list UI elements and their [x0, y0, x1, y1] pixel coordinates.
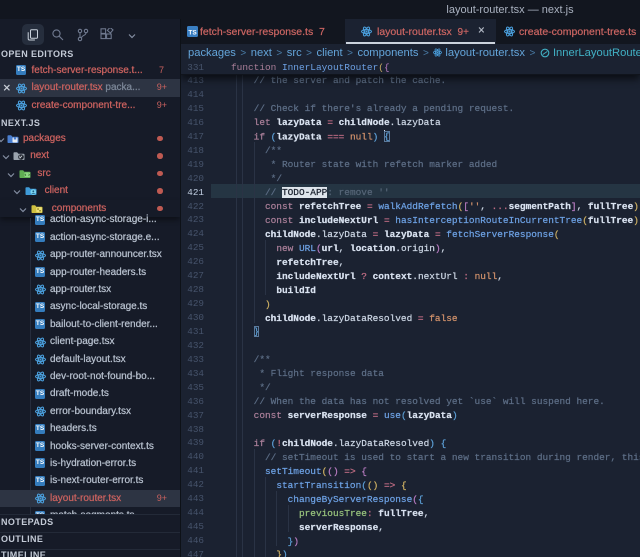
svg-text:TS: TS — [188, 30, 197, 37]
